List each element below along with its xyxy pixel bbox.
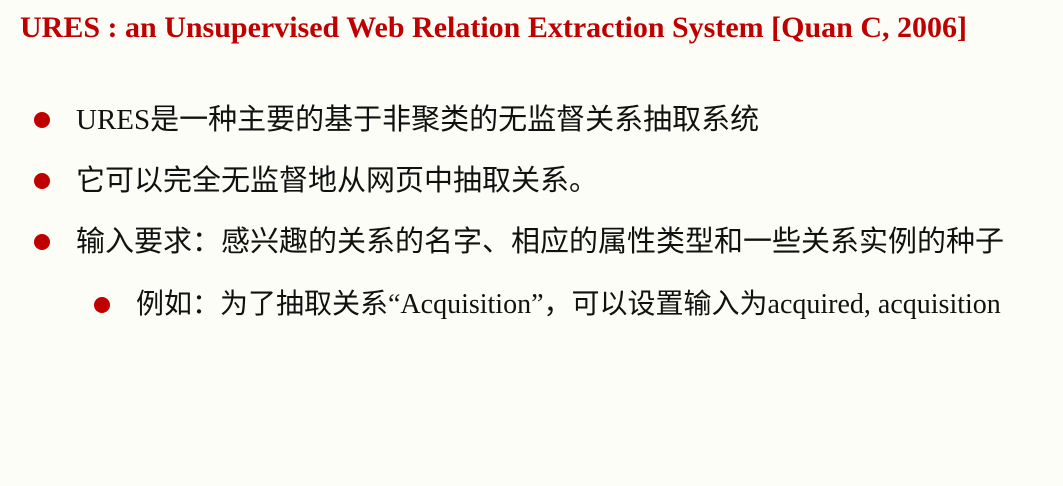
bullet-list: URES是一种主要的基于非聚类的无监督关系抽取系统 它可以完全无监督地从网页中抽…	[34, 98, 1044, 346]
bullet-text: 例如：为了抽取关系“Acquisition”，可以设置输入为acquired, …	[136, 289, 1001, 320]
slide-title: URES : an Unsupervised Web Relation Extr…	[20, 11, 968, 44]
bullet-dot-icon	[94, 297, 110, 313]
bullet-text: URES是一种主要的基于非聚类的无监督关系抽取系统	[76, 104, 760, 136]
bullet-text: 它可以完全无监督地从网页中抽取关系。	[76, 165, 599, 197]
sub-bullet-item-example: 例如：为了抽取关系“Acquisition”，可以设置输入为acquired, …	[94, 281, 1044, 329]
bullet-item-input-requirements: 输入要求：感兴趣的关系的名字、相应的属性类型和一些关系实例的种子	[34, 220, 1044, 264]
bullet-text: 输入要求：感兴趣的关系的名字、相应的属性类型和一些关系实例的种子	[76, 226, 1005, 258]
bullet-item-unsupervised-extraction: 它可以完全无监督地从网页中抽取关系。	[34, 159, 1044, 203]
bullet-dot-icon	[34, 234, 50, 250]
bullet-dot-icon	[34, 173, 50, 189]
bullet-dot-icon	[34, 112, 50, 128]
bullet-item-ures-definition: URES是一种主要的基于非聚类的无监督关系抽取系统	[34, 98, 1044, 142]
